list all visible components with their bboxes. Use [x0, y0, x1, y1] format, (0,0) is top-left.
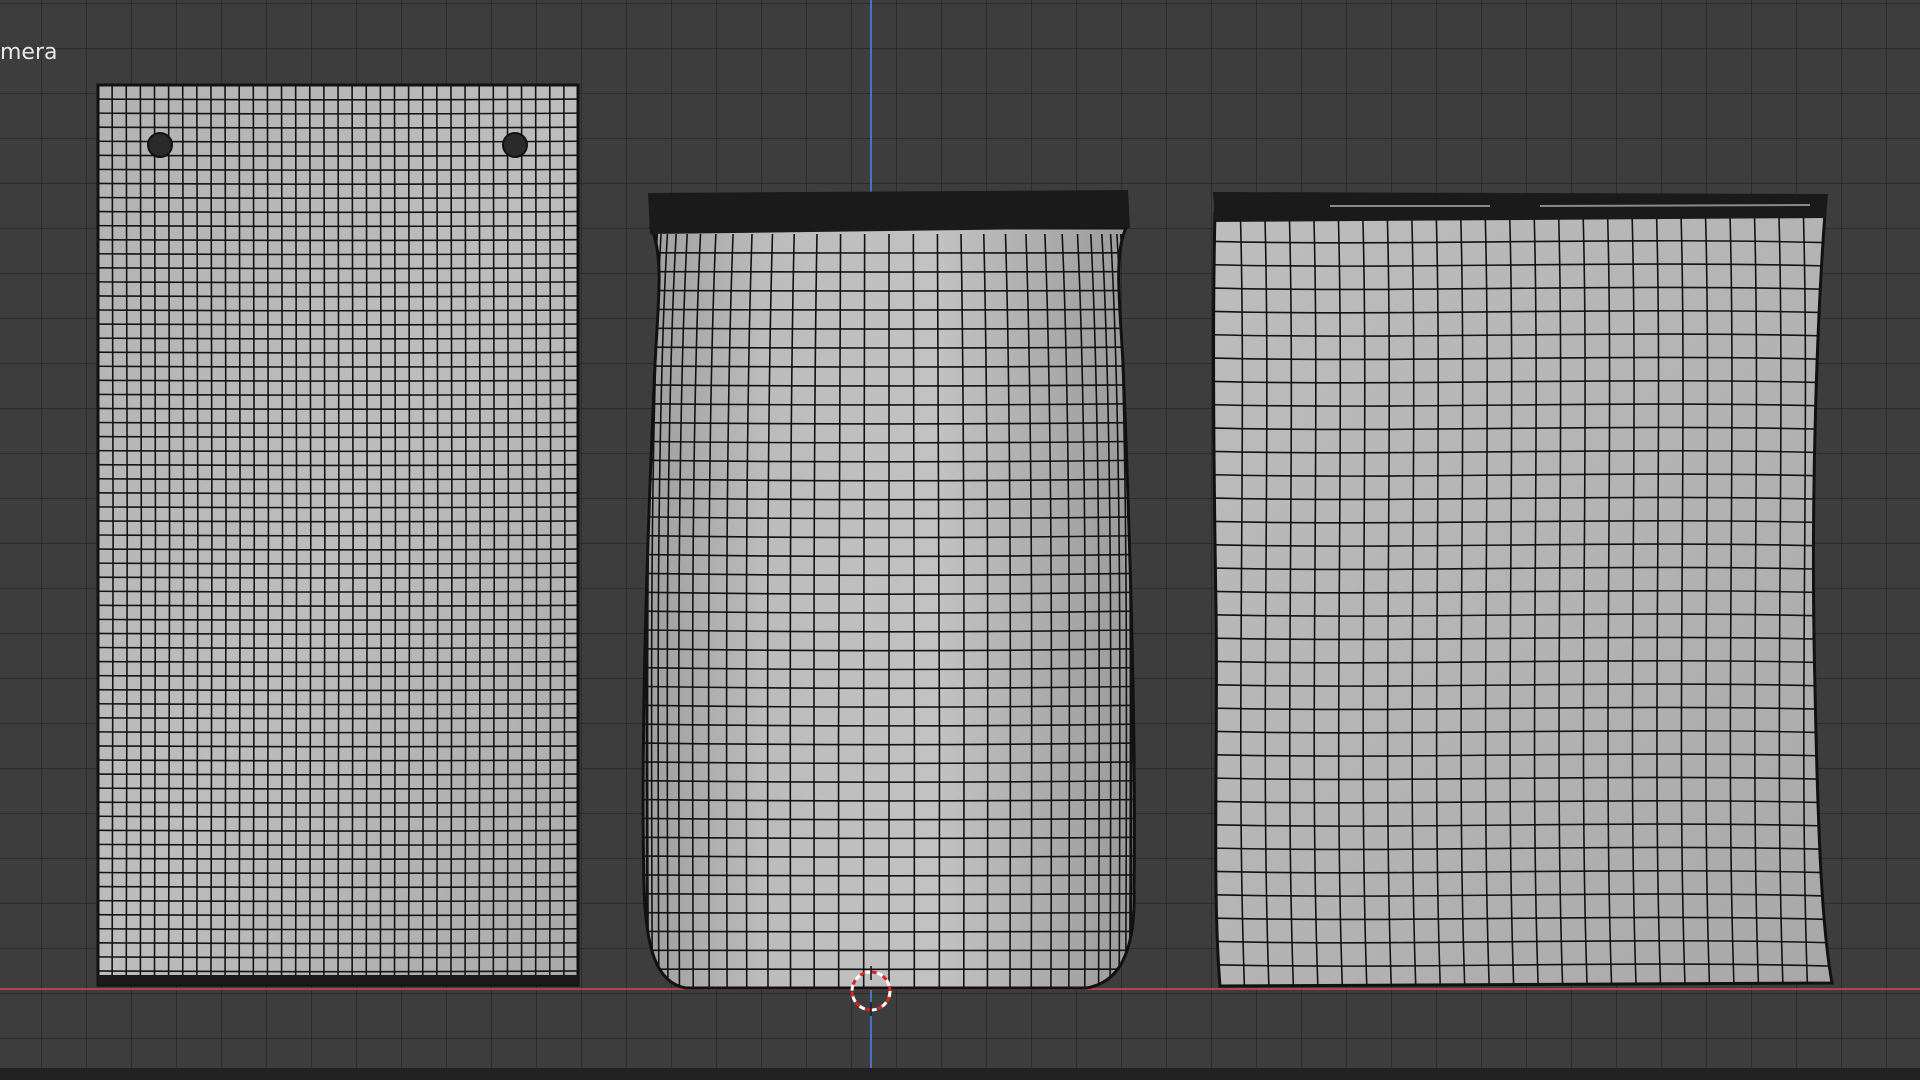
rounded-sack-mesh[interactable] [636, 188, 1142, 998]
3d-viewport[interactable]: mera [0, 0, 1920, 1068]
flat-bag-mesh[interactable] [90, 80, 590, 1000]
bag-top-rim [1213, 192, 1828, 222]
bag-bottom-edge [98, 975, 578, 985]
bottom-status-bar [0, 1068, 1920, 1080]
3d-cursor-icon[interactable] [846, 966, 896, 1016]
grommet-left [147, 132, 173, 158]
view-label: mera [0, 40, 58, 65]
rim-highlight [1330, 204, 1811, 207]
sack-top-rim [648, 190, 1130, 234]
bag-body [1211, 211, 1834, 988]
wrinkled-bag-mesh[interactable] [1210, 188, 1850, 998]
grommet-right [502, 132, 528, 158]
